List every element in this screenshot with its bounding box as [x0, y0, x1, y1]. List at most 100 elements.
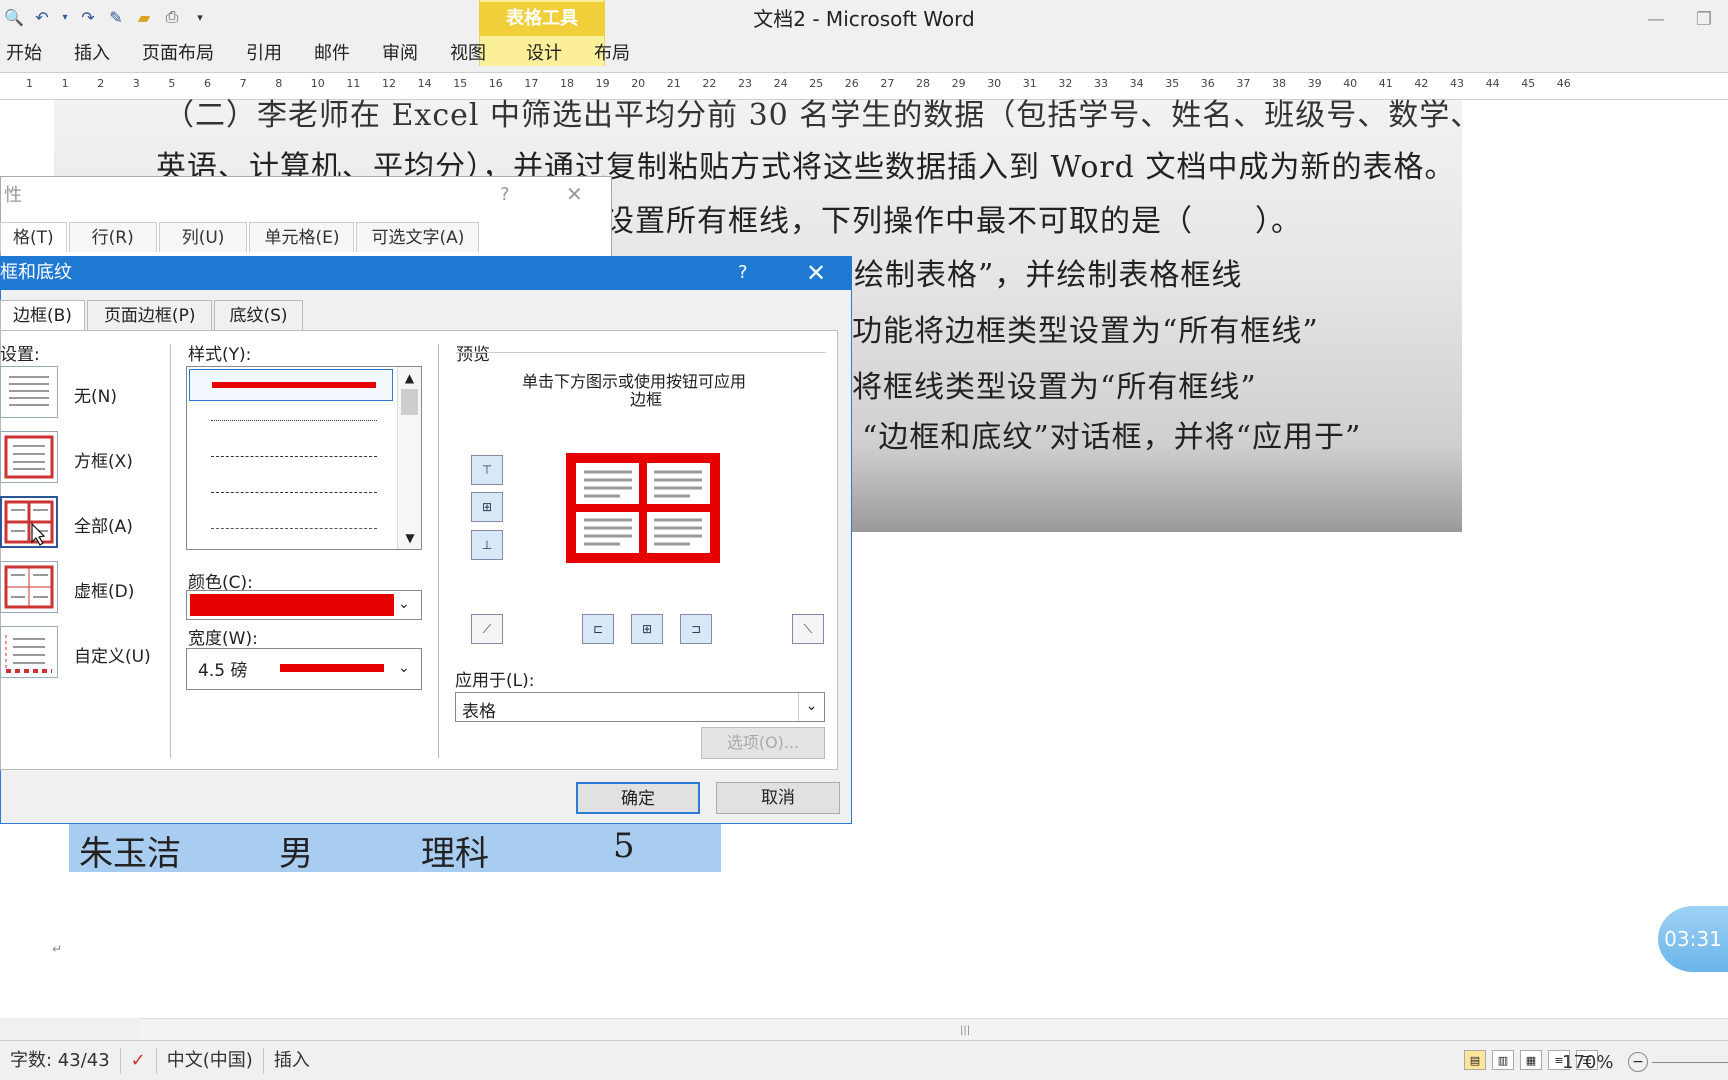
- customize-toolbar-icon[interactable]: ▾: [190, 7, 210, 27]
- tab-page-layout[interactable]: 页面布局: [122, 38, 226, 70]
- tab-column[interactable]: 列(U): [158, 222, 248, 252]
- dialog-help-button[interactable]: ?: [738, 256, 748, 290]
- ruler-tick: 15: [453, 77, 468, 90]
- ruler-tick: 26: [844, 77, 859, 90]
- style-option-dashed-small[interactable]: [211, 456, 377, 457]
- border-preview[interactable]: [558, 446, 728, 570]
- scroll-up-icon[interactable]: ▲: [398, 367, 421, 389]
- cancel-button[interactable]: 取消: [716, 782, 840, 814]
- zoom-slider[interactable]: [1652, 1062, 1728, 1063]
- selected-table-row[interactable]: 朱玉洁 男 理科 5: [69, 824, 721, 875]
- setting-grid[interactable]: [0, 561, 58, 613]
- full-screen-reading-icon[interactable]: ▥: [1492, 1050, 1514, 1070]
- ruler-tick: 41: [1378, 77, 1393, 90]
- bottom-border-button[interactable]: ⊥: [471, 530, 503, 560]
- preview-hint-line-2: 边框: [630, 390, 663, 409]
- tab-insert[interactable]: 插入: [54, 38, 122, 70]
- apply-to-dropdown-arrow-icon[interactable]: ⌄: [798, 693, 824, 721]
- photo-line-7: “边框和底纹”对话框，并将“应用于”: [862, 420, 1362, 455]
- style-listbox[interactable]: ▲ ▼: [186, 366, 422, 550]
- table-cell-number[interactable]: 5: [613, 826, 635, 866]
- dialog-titlebar: [0, 256, 852, 290]
- diagonal-up-border-button[interactable]: ⟋: [471, 614, 503, 644]
- print-icon[interactable]: ⎙: [162, 7, 182, 27]
- style-option-dotted[interactable]: [211, 420, 377, 421]
- tab-cell[interactable]: 单元格(E): [249, 222, 355, 252]
- ruler-tick: 43: [1450, 77, 1464, 90]
- tab-layout[interactable]: 布局: [574, 38, 642, 70]
- tab-mailings[interactable]: 邮件: [294, 38, 362, 70]
- tab-borders[interactable]: 边框(B): [0, 300, 85, 330]
- dialog-close-button[interactable]: ✕: [806, 256, 826, 290]
- tab-view[interactable]: 视图: [430, 38, 498, 70]
- tab-references[interactable]: 引用: [226, 38, 294, 70]
- setting-box[interactable]: [0, 431, 58, 483]
- scroll-thumb[interactable]: [401, 389, 418, 415]
- tab-table[interactable]: 格(T): [0, 222, 67, 252]
- ruler-tick: 24: [773, 77, 788, 90]
- scroll-down-icon[interactable]: ▼: [398, 527, 422, 549]
- ruler-tick: 46: [1556, 77, 1571, 90]
- options-button[interactable]: 选项(O)...: [701, 727, 825, 759]
- ok-button[interactable]: 确定: [576, 782, 700, 814]
- zoom-level[interactable]: 170%: [1562, 1052, 1613, 1073]
- inside-vertical-border-button[interactable]: ⊞: [631, 614, 663, 644]
- web-layout-icon[interactable]: ▦: [1520, 1050, 1542, 1070]
- tab-shading[interactable]: 底纹(S): [214, 300, 303, 330]
- zoom-out-icon[interactable]: −: [1628, 1052, 1648, 1072]
- ruler-tick: 6: [204, 77, 211, 90]
- width-dropdown-arrow-icon[interactable]: ⌄: [398, 660, 410, 676]
- tab-alt-text[interactable]: 可选文字(A): [356, 222, 480, 252]
- right-border-button[interactable]: ⊐: [680, 614, 712, 644]
- top-border-button[interactable]: ⊤: [471, 455, 503, 485]
- style-option-solid[interactable]: [189, 369, 393, 401]
- minimize-button[interactable]: —: [1632, 0, 1680, 38]
- diagonal-down-border-button[interactable]: ⟍: [792, 614, 824, 644]
- scrollbar-grip-icon[interactable]: |||: [960, 1025, 970, 1036]
- insert-mode[interactable]: 插入: [264, 1048, 320, 1074]
- ruler-tick: 42: [1414, 77, 1429, 90]
- print-preview-icon[interactable]: 🔍: [4, 7, 24, 27]
- setting-none-label: 无(N): [74, 387, 117, 407]
- table-properties-title: 性: [4, 185, 22, 206]
- horizontal-scrollbar[interactable]: [140, 1018, 1728, 1040]
- setting-custom-label: 自定义(U): [74, 647, 151, 667]
- table-properties-help-button[interactable]: ?: [500, 184, 510, 205]
- style-option-dash-dot[interactable]: [211, 528, 377, 529]
- apply-to-dropdown[interactable]: 表格 ⌄: [455, 692, 825, 722]
- open-folder-icon[interactable]: ▰: [134, 7, 154, 27]
- setting-none[interactable]: [0, 366, 58, 418]
- ruler-tick: 18: [560, 77, 574, 90]
- style-option-dashed[interactable]: [211, 492, 377, 493]
- setting-all[interactable]: [0, 496, 58, 548]
- width-label: 宽度(W):: [188, 629, 258, 649]
- style-scrollbar[interactable]: ▲ ▼: [397, 367, 421, 549]
- table-cell-gender[interactable]: 男: [279, 826, 313, 875]
- restore-button[interactable]: ❐: [1680, 0, 1728, 38]
- tab-home[interactable]: 开始: [0, 38, 54, 70]
- table-cell-class[interactable]: 理科: [421, 826, 489, 875]
- undo-icon[interactable]: ↶: [32, 7, 52, 27]
- language-indicator[interactable]: 中文(中国): [157, 1047, 264, 1074]
- table-tools-label: 表格工具: [479, 2, 605, 36]
- redo-icon[interactable]: ↷: [78, 7, 98, 27]
- tab-page-borders[interactable]: 页面边框(P): [86, 300, 213, 330]
- table-properties-close-button[interactable]: ✕: [566, 182, 583, 206]
- tab-review[interactable]: 审阅: [362, 38, 430, 70]
- quick-access-toolbar: 🔍 ↶ ▾ ↷ ✎ ▰ ⎙ ▾: [0, 0, 240, 34]
- setting-custom[interactable]: [0, 626, 58, 678]
- tab-row[interactable]: 行(R): [68, 222, 157, 252]
- print-layout-icon[interactable]: ▤: [1464, 1050, 1486, 1070]
- setting-grid-icon: [4, 565, 54, 609]
- inside-horizontal-border-button[interactable]: ⊞: [471, 492, 503, 522]
- word-count[interactable]: 字数: 43/43: [0, 1047, 121, 1074]
- tab-design[interactable]: 设计: [498, 38, 574, 70]
- color-dropdown-arrow-icon[interactable]: ⌄: [398, 596, 410, 612]
- undo-dropdown-icon[interactable]: ▾: [60, 7, 70, 27]
- ruler-tick: 34: [1129, 77, 1144, 90]
- proofing-icon[interactable]: ✓: [121, 1047, 157, 1074]
- new-document-icon[interactable]: ✎: [106, 7, 126, 27]
- table-cell-name[interactable]: 朱玉洁: [79, 826, 181, 875]
- left-border-button[interactable]: ⊏: [582, 614, 614, 644]
- ruler-tick: 33: [1094, 77, 1108, 90]
